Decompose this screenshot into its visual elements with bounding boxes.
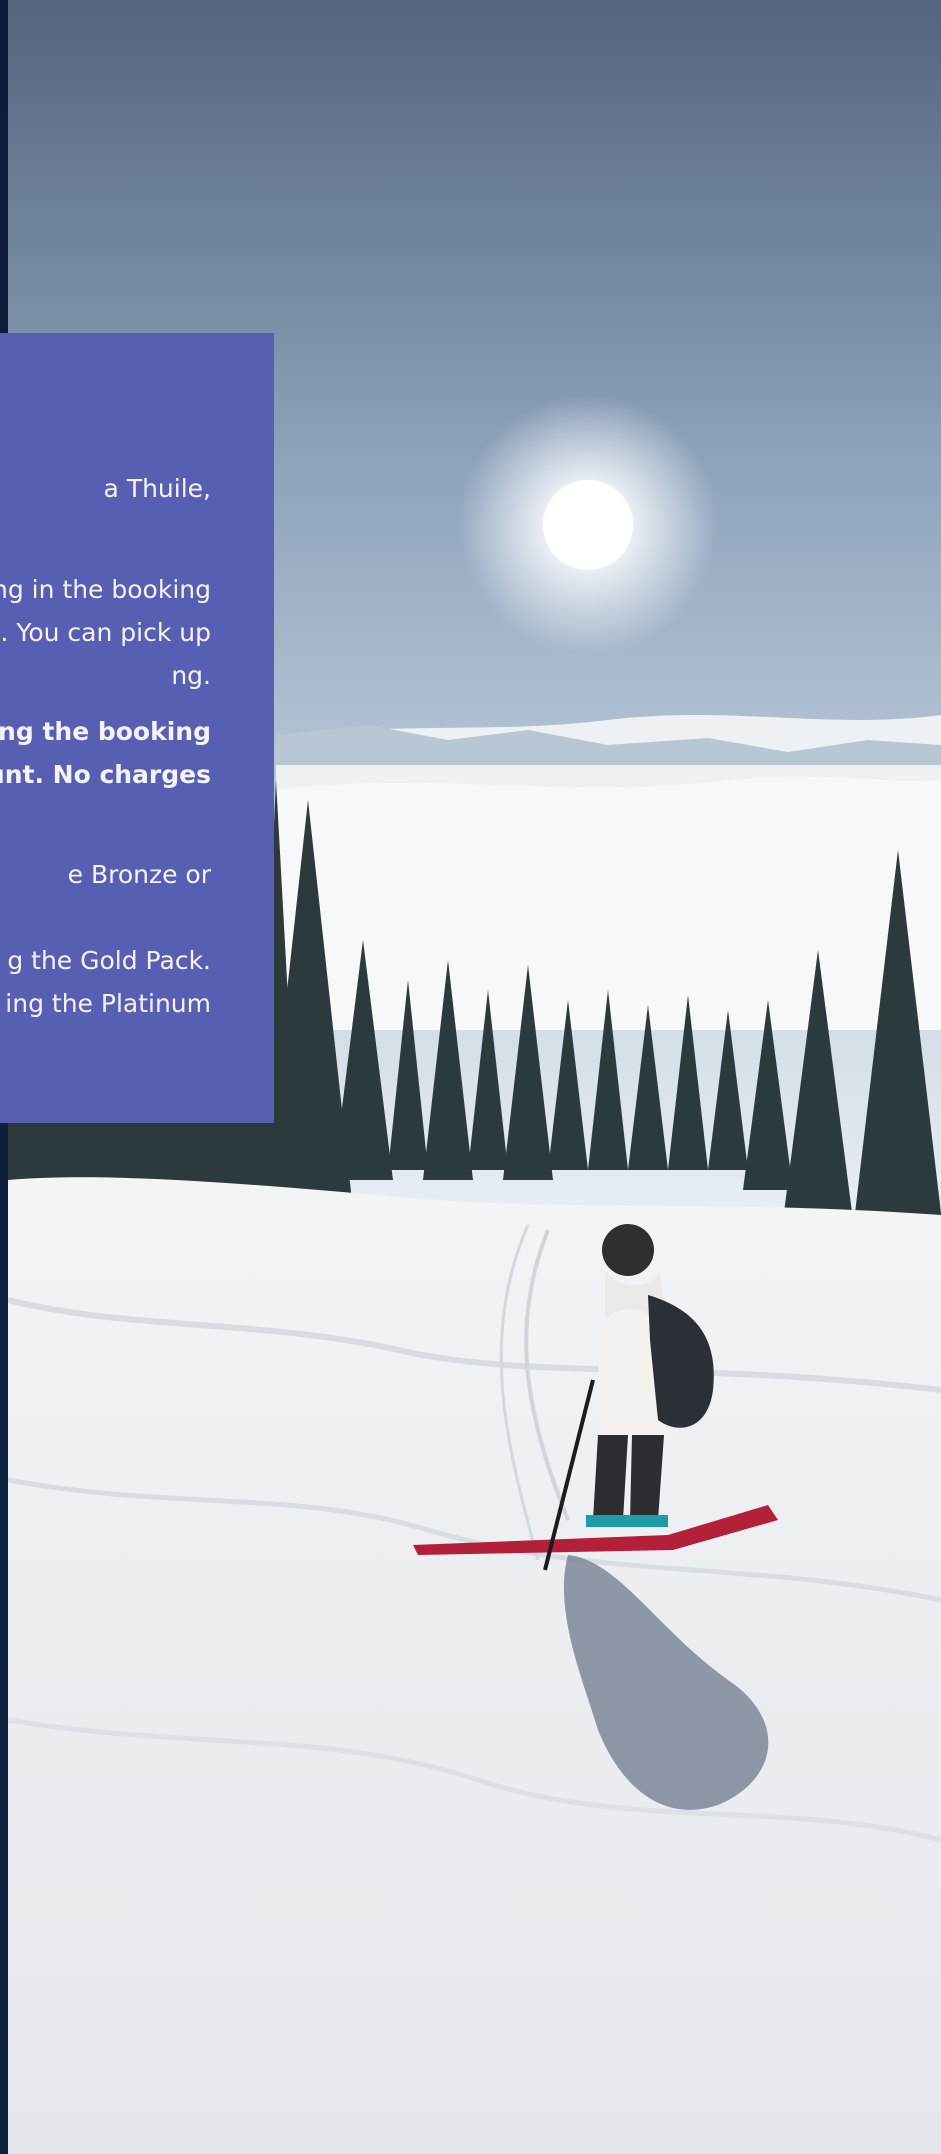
info-line-5: ring the booking — [0, 717, 211, 746]
info-line-6: ount. No charges — [0, 760, 211, 789]
info-line-8: g the Gold Pack. — [7, 946, 211, 975]
info-line-4: ng. — [171, 661, 211, 690]
info-line-2: ng in the booking — [0, 575, 211, 604]
info-line-3: e. You can pick up — [0, 618, 211, 647]
info-line-9: ing the Platinum — [5, 989, 211, 1018]
info-line-7: e Bronze or — [67, 860, 211, 889]
info-line-1: a Thuile, — [103, 474, 211, 503]
info-panel: a Thuile, ng in the booking e. You can p… — [0, 333, 274, 1123]
sun — [543, 480, 633, 570]
page: a Thuile, ng in the booking e. You can p… — [0, 0, 941, 2154]
